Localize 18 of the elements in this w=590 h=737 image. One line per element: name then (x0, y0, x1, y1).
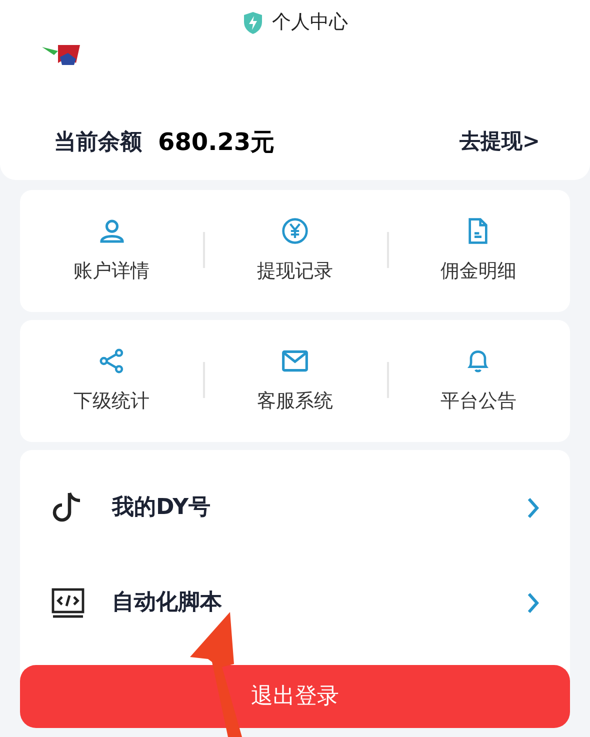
menu-label[interactable]: 佣金明细 (440, 256, 516, 286)
menu-label[interactable]: 提现记录 (256, 256, 333, 286)
shield-icon (242, 10, 264, 34)
page-title: 个人中心 (272, 10, 348, 36)
chevron-right-icon (526, 592, 540, 614)
logout-button[interactable]: 退出登录 (20, 665, 570, 728)
menu-item[interactable]: 自动化脚本 (112, 586, 500, 619)
balance-amount: 680.23元 (158, 127, 275, 158)
menu-item[interactable]: 我的DY号 (112, 491, 500, 524)
chevron-right-icon (526, 496, 540, 518)
menu-label[interactable]: 客服系统 (256, 386, 333, 416)
withdraw-link[interactable]: 去提现> (459, 126, 540, 158)
menu-label[interactable]: 平台公告 (440, 386, 516, 416)
menu-label[interactable]: 下级统计 (74, 386, 150, 416)
share-icon (98, 346, 126, 375)
menu-label[interactable]: 账户详情 (74, 256, 150, 286)
balance-label: 当前余额 (54, 128, 142, 156)
yuan-icon (280, 216, 309, 245)
